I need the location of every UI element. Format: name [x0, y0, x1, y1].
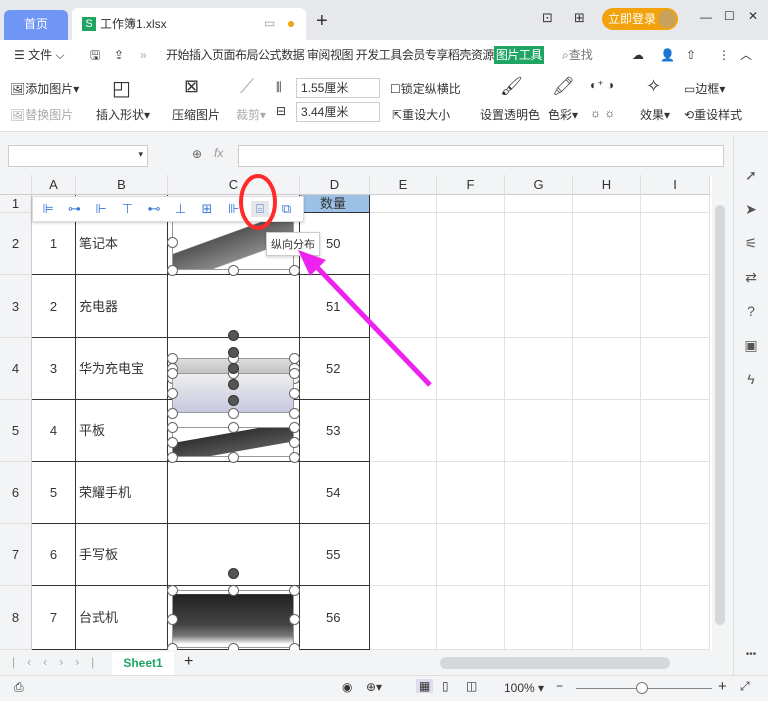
page-break-button[interactable]: ◫ — [466, 679, 477, 693]
zoom-level[interactable]: 100% ▾ — [504, 681, 544, 695]
zoom-slider[interactable] — [576, 682, 712, 694]
page-layout-button[interactable]: ▯ — [442, 679, 449, 693]
sheet-tab-bar: |‹‹››| Sheet1 + — [0, 652, 733, 675]
annotation-layer — [239, 174, 432, 387]
help-icon[interactable]: ? — [742, 303, 760, 321]
cursor-icon[interactable]: ➤ — [742, 201, 760, 219]
zoom-in-button[interactable]: + — [718, 678, 727, 695]
annotation-arrow — [310, 260, 432, 387]
more-icon[interactable]: ••• — [742, 649, 760, 667]
transfer-icon[interactable]: ⇄ — [742, 269, 760, 287]
eye-protection-icon[interactable]: ◉ — [342, 680, 352, 694]
freeze-icon[interactable]: ⊕▾ — [366, 680, 382, 694]
right-sidebar: ➚ ➤ ⚟ ⇄ ? ▣ ϟ ••• — [733, 135, 768, 675]
rocket-icon[interactable]: ➚ — [742, 167, 760, 185]
sheet-tab[interactable]: Sheet1 — [112, 652, 174, 675]
vertical-scrollbar[interactable] — [712, 175, 728, 652]
status-bar: ⎙ ◉ ⊕▾ ▦ ▯ ◫ 100% ▾ − + ⤢ — [0, 675, 768, 701]
zoom-label: 100% — [504, 681, 535, 695]
add-sheet-button[interactable]: + — [184, 653, 193, 671]
annotation-circle — [239, 174, 277, 230]
normal-view-button[interactable]: ▦ — [416, 679, 434, 693]
horizontal-scrollbar[interactable] — [440, 657, 670, 669]
sheet-nav-buttons[interactable]: |‹‹››| — [12, 655, 106, 669]
vertical-scroll-thumb[interactable] — [715, 205, 725, 625]
lightning-icon[interactable]: ϟ — [742, 371, 760, 389]
image-edit-icon[interactable]: ▣ — [742, 337, 760, 355]
macro-icon[interactable]: ⎙ — [14, 680, 24, 695]
settings-sliders-icon[interactable]: ⚟ — [742, 235, 760, 253]
zoom-slider-thumb[interactable] — [636, 682, 648, 694]
fullscreen-icon[interactable]: ⤢ — [740, 679, 750, 694]
zoom-out-button[interactable]: − — [556, 679, 563, 693]
